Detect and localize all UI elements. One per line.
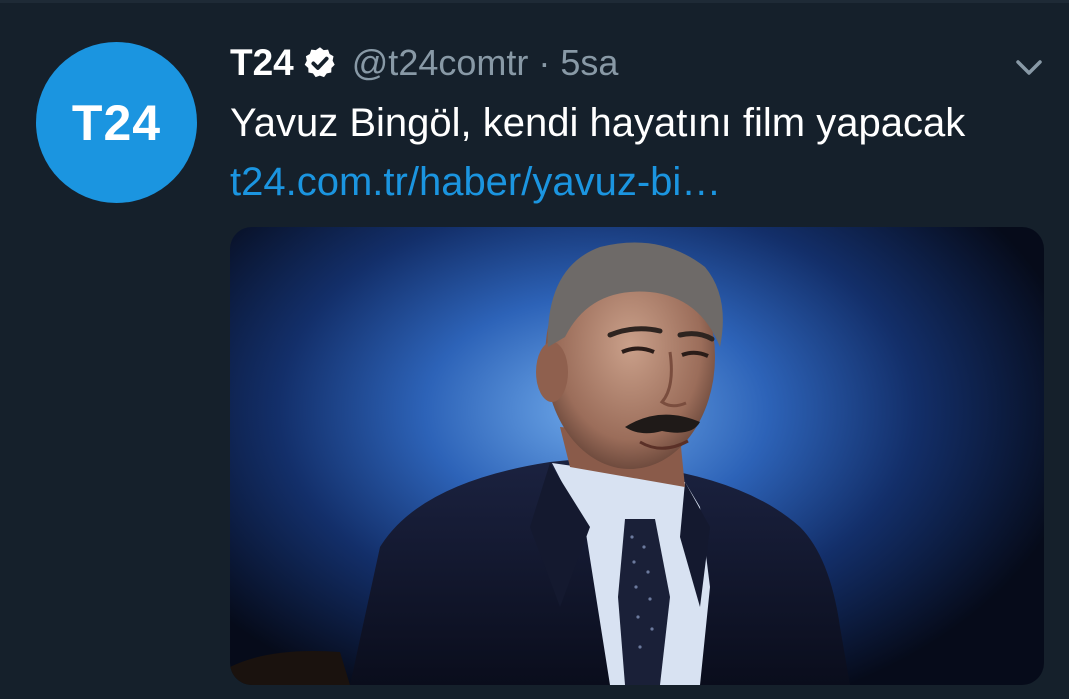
- timestamp[interactable]: 5sa: [560, 42, 618, 84]
- tweet-text: Yavuz Bingöl, kendi hayatını film yapaca…: [230, 101, 966, 145]
- avatar[interactable]: T24: [36, 42, 197, 203]
- article-link[interactable]: t24.com.tr/haber/yavuz-bi…: [230, 157, 721, 207]
- tweet-media-image[interactable]: [230, 227, 1044, 685]
- tweet-card[interactable]: T24 T24 @t24comtr · 5sa Yavuz Bingöl, ke…: [0, 0, 1069, 699]
- avatar-logo-text: T24: [71, 94, 162, 151]
- tweet-header: T24 @t24comtr · 5sa: [230, 38, 618, 88]
- verified-badge-icon: [302, 45, 338, 81]
- separator-dot: ·: [538, 42, 551, 83]
- divider: [0, 0, 1069, 3]
- chevron-down-icon[interactable]: [1010, 50, 1048, 84]
- portrait-photo: [230, 242, 850, 685]
- user-handle[interactable]: @t24comtr: [352, 42, 529, 84]
- display-name[interactable]: T24: [230, 42, 294, 84]
